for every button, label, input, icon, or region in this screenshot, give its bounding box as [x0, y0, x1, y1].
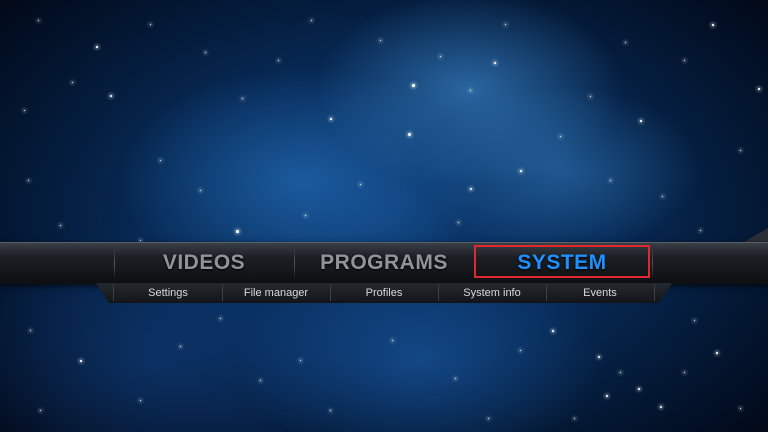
star	[660, 406, 662, 408]
star	[455, 378, 457, 380]
star	[160, 160, 162, 162]
home-screen: VIDEOS PROGRAMS SYSTEM Settings File man…	[0, 0, 768, 432]
star	[684, 60, 686, 62]
star	[380, 40, 382, 42]
star	[242, 98, 244, 100]
main-menu-item-programs[interactable]: PROGRAMS	[295, 243, 473, 283]
submenu-item-settings[interactable]: Settings	[114, 283, 222, 303]
star	[638, 388, 640, 390]
star	[140, 240, 142, 242]
star	[236, 230, 239, 233]
star	[610, 180, 612, 182]
main-menu-item-videos[interactable]: VIDEOS	[115, 243, 293, 283]
star	[494, 62, 496, 64]
star	[712, 24, 714, 26]
star	[440, 56, 442, 58]
star	[758, 88, 760, 90]
star	[488, 418, 490, 420]
star	[640, 120, 642, 122]
star	[740, 408, 742, 410]
star	[360, 184, 362, 186]
star	[625, 42, 627, 44]
star	[205, 52, 207, 54]
star	[305, 215, 307, 217]
star	[552, 330, 554, 332]
star	[28, 180, 30, 182]
star	[505, 24, 507, 26]
star	[40, 410, 42, 412]
star	[560, 136, 562, 138]
star	[72, 82, 74, 84]
submenu-separator	[654, 285, 655, 301]
star	[24, 110, 26, 112]
star	[716, 352, 718, 354]
star	[30, 330, 32, 332]
menu-separator	[652, 247, 653, 279]
main-menu-item-system[interactable]: SYSTEM	[475, 243, 649, 283]
star	[458, 222, 460, 224]
star	[520, 350, 522, 352]
star	[520, 170, 522, 172]
star	[180, 346, 182, 348]
star	[110, 95, 112, 97]
star	[408, 133, 411, 136]
star	[740, 150, 742, 152]
star	[392, 340, 394, 342]
star	[60, 225, 62, 227]
star	[80, 360, 82, 362]
star	[412, 84, 415, 87]
star	[470, 90, 472, 92]
menu-pointer-decoration	[744, 228, 768, 242]
star	[590, 96, 592, 98]
star	[574, 418, 576, 420]
star	[470, 188, 472, 190]
star	[260, 380, 262, 382]
star	[311, 20, 313, 22]
star	[278, 60, 280, 62]
star	[38, 20, 40, 22]
star	[330, 118, 332, 120]
star	[150, 24, 152, 26]
star	[330, 410, 332, 412]
star	[700, 230, 702, 232]
star	[140, 400, 142, 402]
star	[200, 190, 202, 192]
submenu-item-profiles[interactable]: Profiles	[330, 283, 438, 303]
star	[606, 395, 608, 397]
star	[620, 372, 622, 374]
star	[220, 318, 222, 320]
starfield-background	[0, 0, 768, 432]
main-menu-bar: VIDEOS PROGRAMS SYSTEM	[0, 242, 768, 284]
star	[96, 46, 98, 48]
star	[662, 196, 664, 198]
submenu-item-system-info[interactable]: System info	[438, 283, 546, 303]
star	[300, 360, 302, 362]
star	[684, 372, 686, 374]
star	[694, 320, 696, 322]
submenu-item-file-manager[interactable]: File manager	[222, 283, 330, 303]
submenu-item-events[interactable]: Events	[546, 283, 654, 303]
star	[598, 356, 601, 359]
